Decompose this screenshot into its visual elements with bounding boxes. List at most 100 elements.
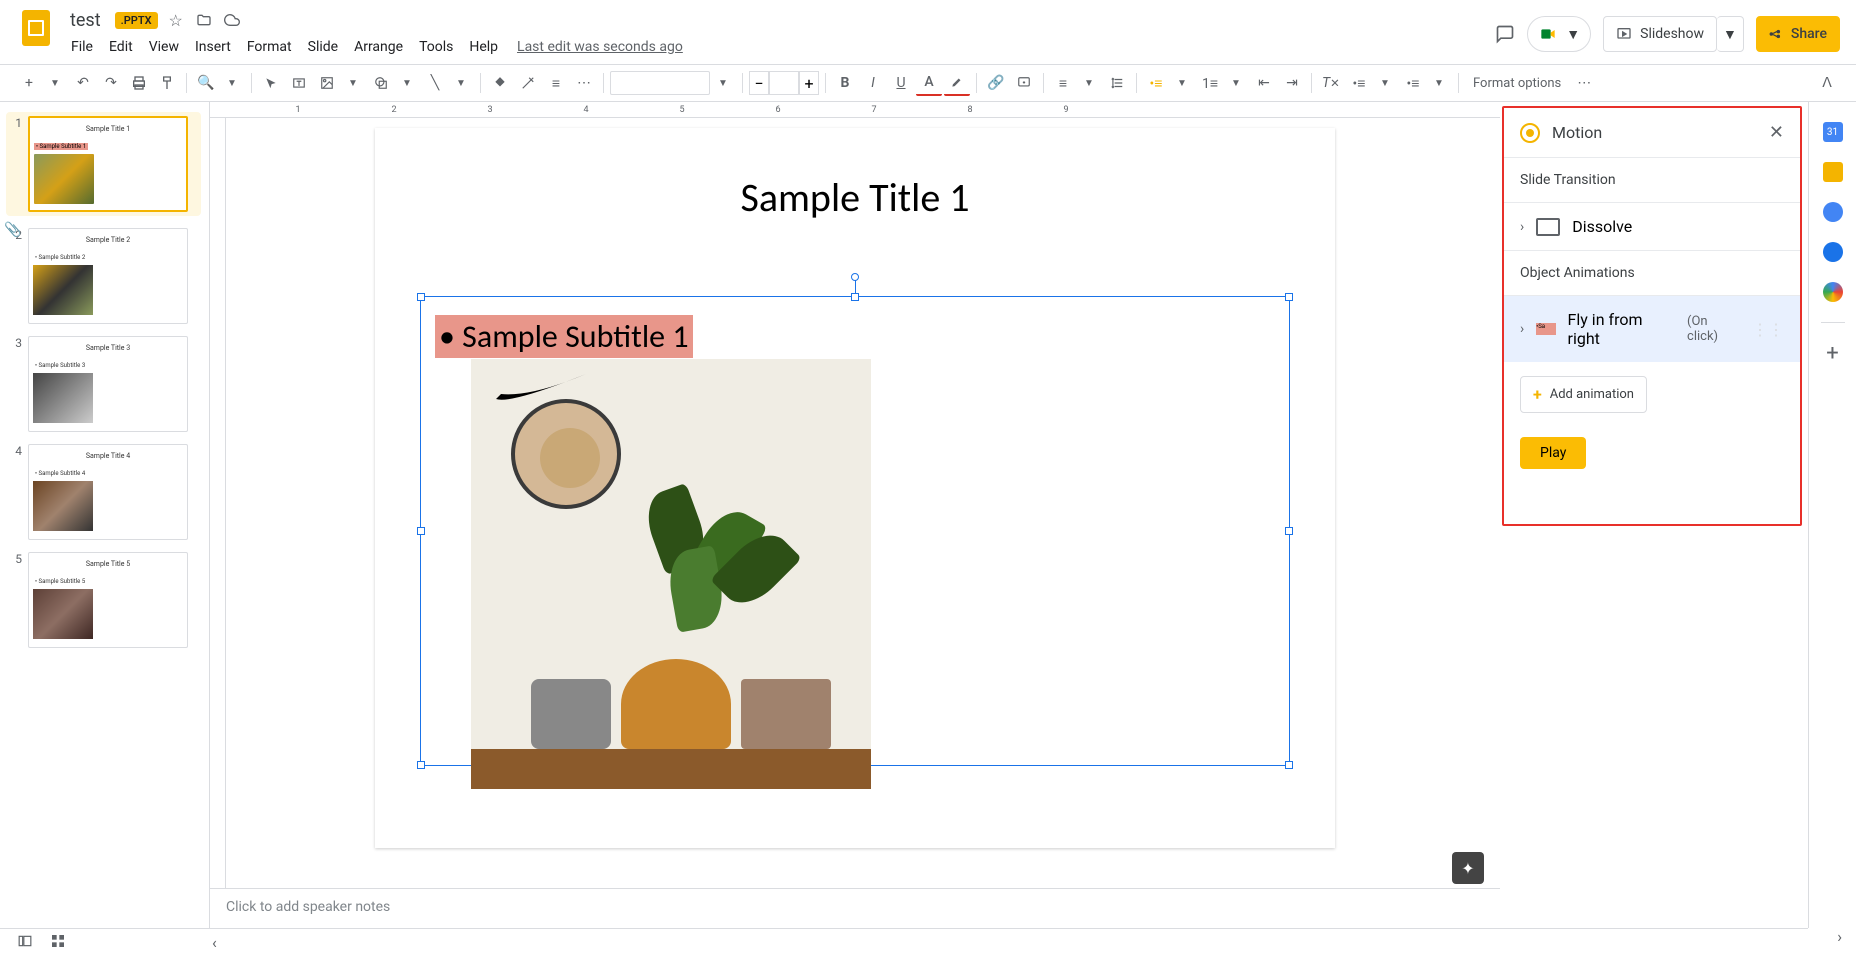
move-icon[interactable] (194, 10, 214, 30)
more-button[interactable]: ⋯ (1571, 70, 1597, 96)
meet-button[interactable]: ▼ (1527, 16, 1591, 52)
zoom-dropdown[interactable]: ▼ (219, 70, 245, 96)
comment-button[interactable] (1011, 70, 1037, 96)
text-color-button[interactable]: A (916, 70, 942, 96)
new-slide-button[interactable]: + (16, 70, 42, 96)
list-options-button[interactable]: •≡ (1346, 70, 1372, 96)
resize-handle[interactable] (417, 761, 425, 769)
italic-button[interactable]: I (860, 70, 886, 96)
grid-view-icon[interactable] (50, 933, 66, 953)
keep-icon[interactable] (1823, 162, 1843, 182)
calendar-icon[interactable]: 31 (1823, 122, 1843, 142)
image-dropdown[interactable]: ▼ (340, 70, 366, 96)
list-opt-dropdown[interactable]: ▼ (1372, 70, 1398, 96)
align-button[interactable]: ≡ (1050, 70, 1076, 96)
border-weight-button[interactable]: ≡ (543, 70, 569, 96)
slides-logo[interactable] (16, 8, 56, 48)
slide-title-text[interactable]: Sample Title 1 (375, 128, 1335, 222)
subtitle-text[interactable]: • Sample Subtitle 1 (435, 315, 693, 358)
animation-row[interactable]: › •Sa Fly in from right (On click) ⋮⋮ (1504, 295, 1800, 362)
increase-indent-button[interactable]: ⇥ (1279, 70, 1305, 96)
play-button[interactable]: Play (1520, 437, 1586, 469)
add-animation-button[interactable]: + Add animation (1520, 376, 1647, 413)
resize-handle[interactable] (1285, 761, 1293, 769)
numbered-list-button[interactable]: 1≡ (1197, 70, 1223, 96)
line-dropdown[interactable]: ▼ (448, 70, 474, 96)
menu-view[interactable]: View (142, 35, 186, 59)
border-color-button[interactable] (515, 70, 541, 96)
clear-format-button[interactable]: T✕ (1318, 70, 1344, 96)
select-tool[interactable] (258, 70, 284, 96)
underline-button[interactable]: U (888, 70, 914, 96)
slide-image[interactable] (471, 359, 871, 789)
font-dropdown[interactable]: ▼ (710, 70, 736, 96)
slide-thumb-4[interactable]: 4 Sample Title 4 • Sample Subtitle 4 (8, 444, 201, 540)
font-select[interactable] (610, 71, 710, 95)
link-button[interactable]: 🔗 (983, 70, 1009, 96)
slide-thumb-2[interactable]: 2 Sample Title 2 • Sample Subtitle 2 (8, 228, 201, 324)
fill-color-button[interactable] (487, 70, 513, 96)
resize-handle[interactable] (417, 293, 425, 301)
bold-button[interactable]: B (832, 70, 858, 96)
collapse-sidepanel-icon[interactable]: › (1837, 927, 1842, 946)
textbox-tool[interactable] (286, 70, 312, 96)
resize-handle[interactable] (1285, 527, 1293, 535)
doc-title[interactable]: test (64, 8, 107, 33)
resize-handle[interactable] (1285, 293, 1293, 301)
menu-arrange[interactable]: Arrange (347, 35, 410, 59)
shape-tool[interactable] (368, 70, 394, 96)
slide-thumb-1[interactable]: 1 Sample Title 1 • Sample Subtitle 1 (6, 112, 201, 216)
redo-button[interactable]: ↷ (98, 70, 124, 96)
close-icon[interactable]: ✕ (1769, 122, 1784, 143)
shape-dropdown[interactable]: ▼ (394, 70, 420, 96)
font-size-input[interactable] (769, 71, 799, 95)
print-button[interactable] (126, 70, 152, 96)
speaker-notes[interactable]: Click to add speaker notes (210, 888, 1500, 928)
resize-handle[interactable] (851, 293, 859, 301)
more-list-button[interactable]: •≡ (1400, 70, 1426, 96)
zoom-button[interactable]: 🔍 (193, 70, 219, 96)
transition-row[interactable]: › Dissolve (1504, 202, 1800, 250)
collapse-filmstrip-icon[interactable]: ‹ (212, 933, 217, 952)
drag-handle-icon[interactable]: ⋮⋮ (1752, 320, 1784, 339)
new-slide-dropdown[interactable]: ▼ (42, 70, 68, 96)
align-dropdown[interactable]: ▼ (1076, 70, 1102, 96)
last-edit-link[interactable]: Last edit was seconds ago (517, 39, 683, 55)
rotate-handle[interactable] (851, 273, 859, 281)
menu-insert[interactable]: Insert (188, 35, 238, 59)
slide-thumb-3[interactable]: 3 Sample Title 3 • Sample Subtitle 3 (8, 336, 201, 432)
explore-button[interactable]: ✦ (1452, 852, 1484, 884)
more-list-dropdown[interactable]: ▼ (1426, 70, 1452, 96)
comments-icon[interactable] (1495, 24, 1515, 44)
slideshow-button[interactable]: Slideshow (1603, 16, 1717, 52)
cloud-icon[interactable] (222, 10, 242, 30)
paint-format-button[interactable] (154, 70, 180, 96)
slideshow-dropdown[interactable]: ▼ (1717, 16, 1744, 52)
decrease-font-button[interactable]: − (749, 71, 769, 95)
menu-format[interactable]: Format (240, 35, 299, 59)
slide-canvas[interactable]: Sample Title 1 • Sample Subtitle 1 (375, 128, 1335, 848)
menu-help[interactable]: Help (462, 35, 505, 59)
selected-textbox[interactable]: • Sample Subtitle 1 (420, 296, 1290, 766)
image-tool[interactable] (314, 70, 340, 96)
line-tool[interactable]: ╲ (422, 70, 448, 96)
menu-slide[interactable]: Slide (301, 35, 345, 59)
share-button[interactable]: Share (1756, 16, 1840, 52)
resize-handle[interactable] (417, 527, 425, 535)
filmstrip-view-icon[interactable] (16, 933, 34, 952)
bullet-dropdown[interactable]: ▼ (1169, 70, 1195, 96)
undo-button[interactable]: ↶ (70, 70, 96, 96)
format-options-button[interactable]: Format options (1465, 76, 1569, 91)
tasks-icon[interactable] (1823, 202, 1843, 222)
increase-font-button[interactable]: + (799, 71, 819, 95)
add-on-icon[interactable]: + (1823, 343, 1843, 363)
star-icon[interactable]: ☆ (166, 10, 186, 30)
collapse-toolbar-button[interactable]: ᐱ (1814, 70, 1840, 96)
highlight-button[interactable] (944, 70, 970, 96)
menu-tools[interactable]: Tools (412, 35, 460, 59)
bullet-list-active[interactable]: •≡ (1143, 70, 1169, 96)
menu-edit[interactable]: Edit (102, 35, 140, 59)
decrease-indent-button[interactable]: ⇤ (1251, 70, 1277, 96)
border-dash-button[interactable]: ⋯ (571, 70, 597, 96)
line-spacing-button[interactable] (1104, 70, 1130, 96)
